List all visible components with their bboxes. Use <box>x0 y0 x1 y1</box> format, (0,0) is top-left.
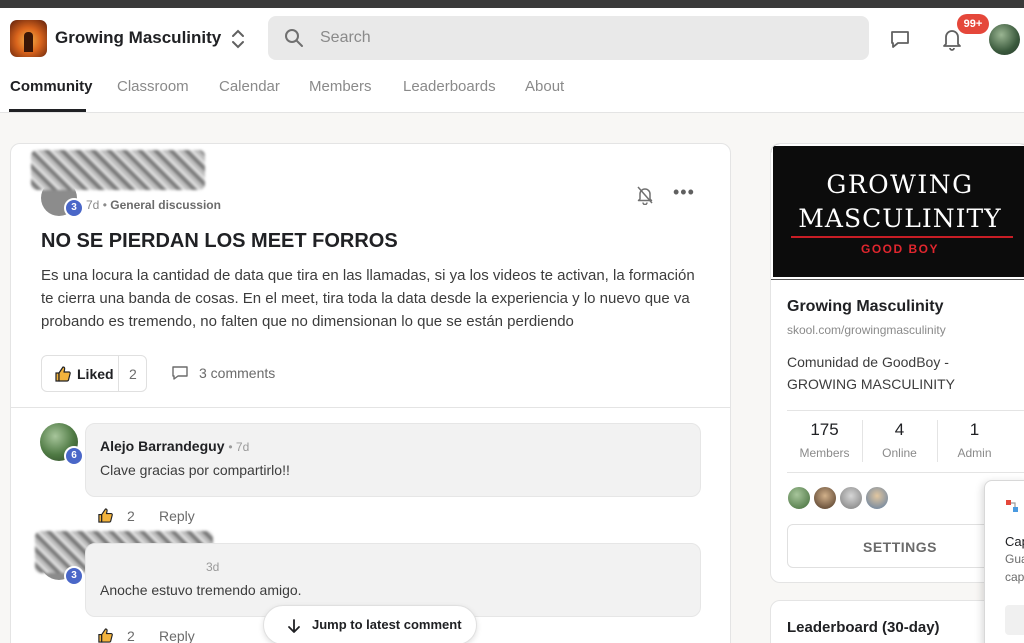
stat-members-label: Members <box>799 446 850 460</box>
stat-online-value: 4 <box>894 420 905 439</box>
notification-badge[interactable]: 99+ <box>957 14 989 34</box>
stats-divider-bottom <box>787 472 1024 473</box>
comment-text: Clave gracias por compartirlo!! <box>100 462 290 478</box>
jump-to-latest-comment-button[interactable]: Jump to latest comment <box>263 605 477 643</box>
tab-members[interactable]: Members <box>309 78 372 95</box>
main-tabs: Community Classroom Calendar Members Lea… <box>0 70 1024 113</box>
user-avatar[interactable] <box>989 24 1020 55</box>
tab-community[interactable]: Community <box>10 78 93 95</box>
post-meta: 7d • General discussion <box>86 198 221 212</box>
banner-text-line1: GROWING <box>826 170 974 199</box>
popup-title: Cap <box>1005 534 1024 549</box>
stats-divider-top <box>787 410 1024 411</box>
redacted-author-name <box>31 150 205 190</box>
reply-button[interactable]: Reply <box>159 628 195 643</box>
popup-text-line1: Gua <box>1005 552 1024 566</box>
stat-admin-label: Admin <box>957 446 992 460</box>
arrow-down-icon <box>288 619 300 633</box>
leaderboard-title[interactable]: Leaderboard (30-day) <box>787 619 940 636</box>
stat-online[interactable]: 4 Online <box>862 420 937 460</box>
comments-link[interactable]: 3 comments <box>171 365 275 381</box>
search-icon <box>285 29 303 47</box>
stat-admin[interactable]: 1 Admin <box>937 420 1012 460</box>
post-category[interactable]: General discussion <box>110 198 221 212</box>
member-avatar[interactable] <box>787 486 811 510</box>
banner-text-line2: MASCULINITY <box>798 204 1002 233</box>
post-body: Es una locura la cantidad de data que ti… <box>41 267 695 330</box>
liked-label: Liked <box>77 366 114 382</box>
like-count[interactable]: 2 <box>129 366 137 382</box>
comments-count-label: 3 comments <box>199 365 276 381</box>
app-icon <box>1006 500 1018 512</box>
more-options-icon[interactable]: ••• <box>673 183 694 204</box>
comment-like-count: 2 <box>127 508 135 524</box>
tab-about[interactable]: About <box>525 78 564 95</box>
group-logo[interactable] <box>10 20 47 57</box>
popup-text-line2: cap <box>1005 570 1024 584</box>
post-divider <box>11 407 730 408</box>
thumbs-up-icon[interactable] <box>97 627 114 643</box>
chevron-up-down-icon[interactable] <box>228 26 248 52</box>
stat-members[interactable]: 175 Members <box>787 420 862 460</box>
member-avatar[interactable] <box>839 486 863 510</box>
banner-divider <box>791 236 1013 238</box>
stat-members-value: 175 <box>810 420 839 439</box>
chat-icon[interactable] <box>888 27 912 51</box>
banner-text-line3: GOOD BOY <box>860 242 939 256</box>
post-author-level-badge: 3 <box>64 198 84 218</box>
comment-time: 3d <box>206 560 220 574</box>
comment-author-level-badge: 3 <box>64 566 84 586</box>
thumbs-up-icon[interactable] <box>97 507 114 524</box>
comment-like-count: 2 <box>127 628 135 643</box>
bell-off-icon[interactable] <box>636 185 654 205</box>
post-title[interactable]: NO SE PIERDAN LOS MEET FORROS <box>41 230 398 253</box>
browser-top-strip <box>0 0 1024 8</box>
comment-bubble: Alejo Barrandeguy • 7d Clave gracias por… <box>85 423 701 497</box>
comment-time: 7d <box>235 440 250 454</box>
group-name: Growing Masculinity <box>787 298 944 315</box>
thumbs-up-icon <box>55 366 71 382</box>
like-separator <box>118 356 119 391</box>
stat-admin-value: 1 <box>969 420 980 439</box>
settings-button[interactable]: SETTINGS <box>787 524 1013 568</box>
top-header: Growing Masculinity 99+ Community Classr… <box>0 8 1024 113</box>
group-url[interactable]: skool.com/growingmasculinity <box>787 323 946 337</box>
tab-classroom[interactable]: Classroom <box>117 78 189 95</box>
group-description: Comunidad de GoodBoy - GROWING MASCULINI… <box>787 354 956 392</box>
stat-online-label: Online <box>882 446 917 460</box>
popup-button[interactable] <box>1005 605 1024 635</box>
like-button[interactable]: Liked 2 <box>41 355 147 392</box>
group-title[interactable]: Growing Masculinity <box>55 28 221 48</box>
tab-calendar[interactable]: Calendar <box>219 78 280 95</box>
comment-text: Anoche estuvo tremendo amigo. <box>100 582 302 598</box>
jump-button-label: Jump to latest comment <box>312 617 462 632</box>
member-avatar[interactable] <box>813 486 837 510</box>
group-banner[interactable]: GROWING MASCULINITY GOOD BOY <box>771 144 1024 280</box>
comment-author-level-badge: 6 <box>64 446 84 466</box>
comment-author-name[interactable]: Alejo Barrandeguy <box>100 438 224 454</box>
search-input[interactable] <box>320 16 840 60</box>
search-bar[interactable] <box>268 16 869 60</box>
reply-button[interactable]: Reply <box>159 508 195 524</box>
active-tab-indicator <box>9 109 86 112</box>
side-popup: Cap Gua cap <box>984 480 1024 643</box>
tab-leaderboards[interactable]: Leaderboards <box>403 78 496 95</box>
post-card: 3 7d • General discussion ••• NO SE PIER… <box>10 143 731 643</box>
member-avatar[interactable] <box>865 486 889 510</box>
post-age: 7d <box>86 198 100 212</box>
